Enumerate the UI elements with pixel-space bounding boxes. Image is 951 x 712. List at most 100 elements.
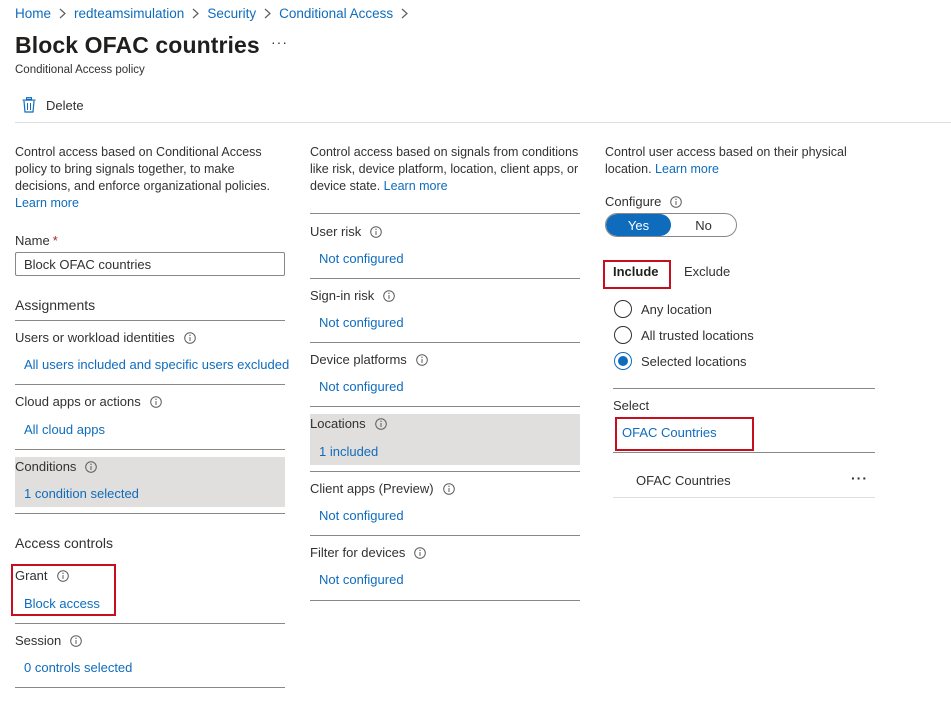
info-icon	[374, 417, 387, 430]
learn-more-link[interactable]: Learn more	[15, 195, 290, 212]
grant-label-text: Grant	[15, 568, 48, 583]
device-platforms-label-text: Device platforms	[310, 352, 407, 367]
conditions-value-link[interactable]: 1 condition selected	[24, 486, 139, 501]
configure-label: Configure	[605, 194, 683, 209]
info-icon	[416, 353, 428, 366]
divider	[310, 471, 580, 472]
cloud-apps-label-text: Cloud apps or actions	[15, 394, 141, 409]
chevron-right-icon	[401, 8, 409, 19]
configure-label-text: Configure	[605, 194, 662, 209]
grant-label: Grant	[15, 568, 69, 583]
radio-button[interactable]	[614, 326, 632, 344]
configure-toggle[interactable]: Yes No	[605, 213, 737, 237]
select-locations-link[interactable]: OFAC Countries	[622, 425, 717, 440]
radio-button-selected[interactable]	[614, 352, 632, 370]
location-description: Control user access based on their physi…	[605, 144, 875, 178]
required-marker: *	[52, 233, 58, 248]
signin-risk-label-text: Sign-in risk	[310, 288, 375, 303]
learn-more-link[interactable]: Learn more	[655, 162, 719, 176]
signin-risk-label: Sign-in risk	[310, 288, 396, 303]
divider	[310, 406, 580, 407]
info-icon	[370, 225, 383, 238]
users-label: Users or workload identities	[15, 330, 196, 345]
user-risk-label-text: User risk	[310, 224, 362, 239]
client-apps-label: Client apps (Preview)	[310, 481, 455, 496]
client-apps-label-text: Client apps (Preview)	[310, 481, 434, 496]
info-icon	[442, 482, 455, 495]
radio-any-location-label: Any location	[641, 301, 712, 317]
users-value-link[interactable]: All users included and specific users ex…	[24, 357, 289, 372]
divider	[613, 497, 875, 498]
delete-button[interactable]: Delete	[22, 95, 84, 115]
divider	[310, 342, 580, 343]
toggle-yes[interactable]: Yes	[606, 214, 671, 236]
conditions-label: Conditions	[15, 459, 98, 474]
page-title: Block OFAC countries	[15, 32, 260, 58]
selected-location-item: OFAC Countries	[636, 473, 731, 488]
info-icon	[414, 546, 427, 559]
toggle-no[interactable]: No	[671, 214, 736, 236]
learn-more-link[interactable]: Learn more	[384, 179, 448, 193]
breadcrumb-tenant[interactable]: redteamsimulation	[74, 6, 184, 21]
divider	[310, 213, 580, 214]
policy-description-text: Control access based on Conditional Acce…	[15, 145, 271, 193]
user-risk-label: User risk	[310, 224, 383, 239]
breadcrumb-conditional-access[interactable]: Conditional Access	[279, 6, 393, 21]
tab-exclude[interactable]: Exclude	[684, 264, 730, 279]
radio-trusted-locations-label: All trusted locations	[641, 327, 754, 343]
divider	[310, 535, 580, 536]
radio-dot	[618, 356, 628, 366]
cloud-apps-value-link[interactable]: All cloud apps	[24, 422, 105, 437]
chevron-right-icon	[192, 8, 200, 19]
info-icon	[670, 195, 683, 208]
trash-icon	[22, 97, 36, 113]
page-subtitle: Conditional Access policy	[15, 64, 145, 76]
tab-include[interactable]: Include	[613, 264, 659, 279]
radio-selected-locations[interactable]: Selected locations	[614, 352, 747, 370]
policy-name-input[interactable]	[15, 252, 285, 276]
divider	[15, 384, 285, 385]
info-icon	[56, 569, 69, 582]
radio-button[interactable]	[614, 300, 632, 318]
divider	[15, 687, 285, 688]
divider	[15, 623, 285, 624]
divider	[613, 388, 875, 389]
name-label: Name *	[15, 233, 58, 248]
info-icon	[383, 289, 396, 302]
client-apps-value-link[interactable]: Not configured	[319, 508, 404, 523]
toolbar-divider	[15, 122, 951, 123]
cloud-apps-label: Cloud apps or actions	[15, 394, 162, 409]
item-more-options-button[interactable]: ···	[851, 470, 868, 486]
users-label-text: Users or workload identities	[15, 330, 175, 345]
radio-any-location[interactable]: Any location	[614, 300, 712, 318]
radio-selected-locations-label: Selected locations	[641, 353, 747, 369]
signin-risk-value-link[interactable]: Not configured	[319, 315, 404, 330]
device-platforms-label: Device platforms	[310, 352, 428, 367]
info-icon	[85, 460, 98, 473]
policy-description: Control access based on Conditional Acce…	[15, 144, 290, 212]
locations-label: Locations	[310, 416, 387, 431]
breadcrumb-security[interactable]: Security	[207, 6, 256, 21]
grant-value-link[interactable]: Block access	[24, 596, 100, 611]
assignments-heading: Assignments	[15, 297, 96, 313]
info-icon	[183, 331, 196, 344]
divider	[15, 513, 285, 514]
device-platforms-value-link[interactable]: Not configured	[319, 379, 404, 394]
divider	[310, 600, 580, 601]
divider	[310, 278, 580, 279]
location-description-text: Control user access based on their physi…	[605, 145, 847, 176]
user-risk-value-link[interactable]: Not configured	[319, 251, 404, 266]
session-value-link[interactable]: 0 controls selected	[24, 660, 132, 675]
filter-devices-value-link[interactable]: Not configured	[319, 572, 404, 587]
breadcrumb: Home redteamsimulation Security Conditio…	[15, 5, 416, 21]
more-options-button[interactable]: ···	[271, 34, 288, 50]
radio-trusted-locations[interactable]: All trusted locations	[614, 326, 754, 344]
breadcrumb-home[interactable]: Home	[15, 6, 51, 21]
name-label-text: Name	[15, 233, 50, 248]
access-controls-heading: Access controls	[15, 535, 114, 551]
locations-value-link[interactable]: 1 included	[319, 444, 378, 459]
session-label: Session	[15, 633, 83, 648]
filter-devices-label-text: Filter for devices	[310, 545, 406, 560]
conditions-label-text: Conditions	[15, 459, 77, 474]
info-icon	[149, 395, 162, 408]
